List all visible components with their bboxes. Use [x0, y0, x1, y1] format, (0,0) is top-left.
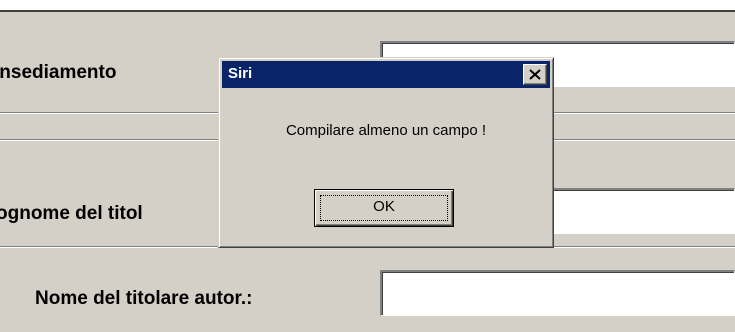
ok-button-label: OK	[373, 198, 395, 215]
screen: { "form": { "label_insediamento": "insed…	[0, 0, 735, 332]
cognome-label: ognome del titol	[0, 203, 143, 224]
nome-field[interactable]	[380, 270, 735, 316]
nome-label: Nome del titolare autor.:	[35, 288, 253, 309]
close-icon	[529, 69, 541, 80]
ok-button[interactable]: OK	[314, 189, 454, 227]
insediamento-label: insediamento	[0, 62, 117, 83]
dialog-message: Compilare almeno un campo !	[285, 122, 487, 139]
close-button[interactable]	[523, 64, 547, 85]
dialog-title: Siri	[228, 65, 253, 82]
message-dialog: Siri Compilare almeno un campo ! OK	[218, 57, 554, 248]
dialog-titlebar[interactable]: Siri	[222, 61, 550, 88]
